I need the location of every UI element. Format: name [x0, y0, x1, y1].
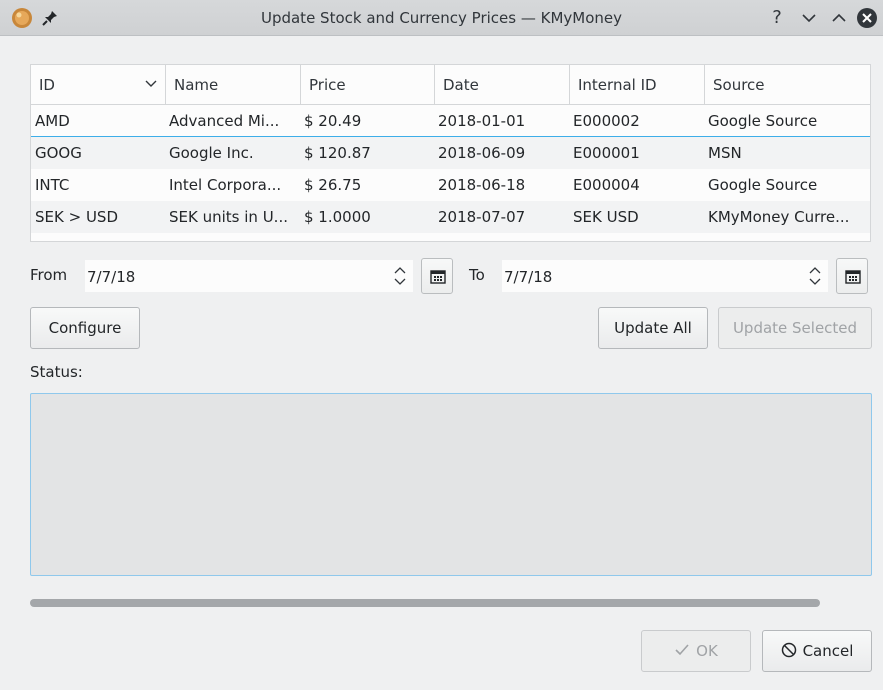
cell-price: $ 120.87 [304, 144, 371, 162]
cell-internal-id: SEK USD [573, 208, 639, 226]
window-title: Update Stock and Currency Prices — KMyMo… [260, 9, 623, 27]
column-header-id[interactable]: ID [31, 65, 165, 105]
cancel-icon [781, 642, 796, 658]
checkmark-icon [675, 644, 689, 656]
cell-id: INTC [35, 176, 70, 194]
table-row[interactable]: GOOG Google Inc. $ 120.87 2018-06-09 E00… [31, 137, 870, 169]
to-label: To [469, 266, 485, 284]
from-calendar-button[interactable] [421, 258, 453, 294]
from-date-input[interactable]: 7/7/18 [84, 259, 414, 293]
cell-name: Google Inc. [169, 144, 254, 162]
cell-source: KMyMoney Curre... [708, 208, 850, 226]
cell-internal-id: E000002 [573, 112, 640, 130]
ok-button[interactable]: OK [641, 630, 751, 672]
chevron-down-icon [145, 80, 157, 87]
cancel-label: Cancel [802, 642, 854, 660]
cancel-button[interactable]: Cancel [762, 630, 872, 672]
horizontal-scrollbar[interactable] [30, 599, 820, 607]
table-header: ID Name Price Date Internal ID Source [31, 65, 870, 105]
table-row[interactable]: AMD Advanced Mi... $ 20.49 2018-01-01 E0… [31, 105, 870, 137]
help-button[interactable]: ? [765, 6, 789, 30]
update-selected-button[interactable]: Update Selected [718, 307, 872, 349]
to-date-spinner-icon[interactable] [806, 263, 824, 289]
calendar-icon [430, 270, 446, 284]
to-date-input[interactable]: 7/7/18 [501, 259, 829, 293]
cell-name: SEK units in U... [169, 208, 288, 226]
close-icon[interactable] [855, 6, 879, 30]
cell-name: Intel Corpora... [169, 176, 282, 194]
ok-label: OK [696, 642, 718, 660]
update-all-button[interactable]: Update All [598, 307, 708, 349]
from-date-spinner-icon[interactable] [391, 263, 409, 289]
dialog-window: Update Stock and Currency Prices — KMyMo… [0, 0, 883, 690]
cell-date: 2018-06-09 [438, 144, 526, 162]
cell-id: GOOG [35, 144, 82, 162]
cell-name: Advanced Mi... [169, 112, 280, 130]
calendar-icon [845, 270, 861, 284]
cell-source: Google Source [708, 176, 818, 194]
cell-date: 2018-06-18 [438, 176, 526, 194]
column-header-date[interactable]: Date [434, 65, 569, 105]
cell-price: $ 1.0000 [304, 208, 371, 226]
from-label: From [30, 266, 68, 284]
column-header-price[interactable]: Price [300, 65, 434, 105]
cell-id: SEK > USD [35, 208, 118, 226]
table-row[interactable]: INTC Intel Corpora... $ 26.75 2018-06-18… [31, 169, 870, 201]
cell-date: 2018-01-01 [438, 112, 526, 130]
cell-price: $ 26.75 [304, 176, 362, 194]
help-icon: ? [772, 7, 782, 28]
minimize-icon[interactable] [797, 6, 821, 30]
column-header-source[interactable]: Source [704, 65, 872, 105]
cell-internal-id: E000001 [573, 144, 640, 162]
status-log[interactable] [30, 393, 872, 576]
cell-source: Google Source [708, 112, 818, 130]
cell-price: $ 20.49 [304, 112, 362, 130]
configure-button[interactable]: Configure [30, 307, 140, 349]
price-table[interactable]: ID Name Price Date Internal ID Source AM… [30, 64, 871, 242]
title-bar[interactable]: Update Stock and Currency Prices — KMyMo… [0, 0, 883, 36]
cell-internal-id: E000004 [573, 176, 640, 194]
status-label: Status: [30, 363, 83, 381]
cell-source: MSN [708, 144, 742, 162]
cell-date: 2018-07-07 [438, 208, 526, 226]
cell-id: AMD [35, 112, 70, 130]
column-header-name[interactable]: Name [165, 65, 300, 105]
column-header-internal-id[interactable]: Internal ID [569, 65, 704, 105]
to-calendar-button[interactable] [836, 258, 868, 294]
table-row[interactable]: SEK > USD SEK units in U... $ 1.0000 201… [31, 201, 870, 233]
maximize-icon[interactable] [827, 6, 851, 30]
